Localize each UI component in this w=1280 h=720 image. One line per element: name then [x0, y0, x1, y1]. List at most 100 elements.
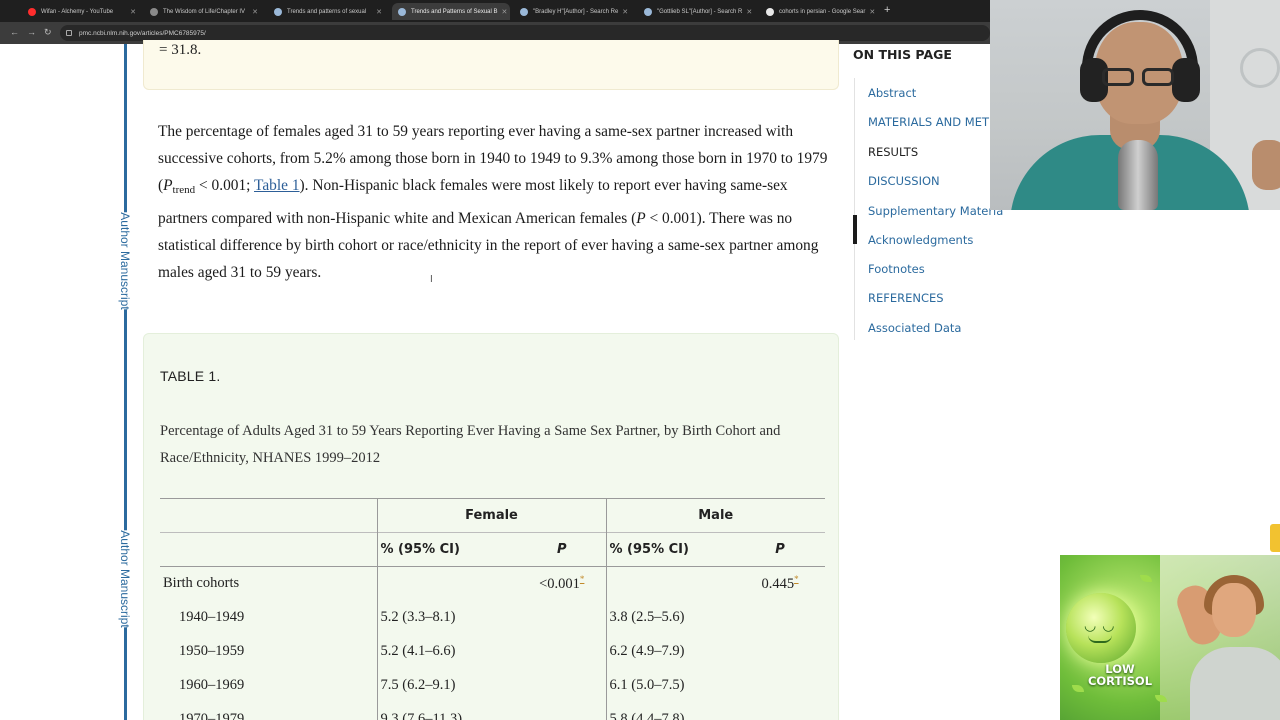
table-row: 1960–1969 7.5 (6.2–9.1) 6.1 (5.0–7.5): [160, 668, 825, 703]
row-label: 1960–1969: [179, 677, 245, 693]
row-label: 1940–1949: [179, 609, 245, 625]
site-icon: [398, 7, 406, 16]
on-this-page-nav: Abstract MATERIALS AND METH RESULTS DISC…: [853, 78, 1003, 340]
table-row: Birth cohorts <0.001* 0.445*: [160, 566, 825, 601]
row-label: 1950–1959: [179, 643, 245, 659]
nav-link-materials-and-methods[interactable]: MATERIALS AND METH: [868, 115, 998, 129]
nav-link-results[interactable]: RESULTS: [868, 145, 918, 159]
table-cell: [735, 601, 825, 635]
nav-link-references[interactable]: REFERENCES: [868, 291, 944, 305]
table-cell: 0.445*: [735, 567, 825, 601]
nav-link-abstract[interactable]: Abstract: [868, 86, 916, 100]
table-cell: 6.1 (5.0–7.5): [605, 668, 735, 703]
nav-link-acknowledgments[interactable]: Acknowledgments: [868, 233, 973, 247]
nav-link-discussion[interactable]: DISCUSSION: [868, 174, 940, 188]
tab-title: "Bradley H"[Author] - Search Re: [533, 8, 619, 15]
tab-title: Wifan - Alchemy - YouTube: [41, 8, 114, 15]
table-header-row: Female Male: [160, 498, 825, 533]
tab-title: "Gottlieb SL"[Author] - Search R: [657, 8, 743, 15]
close-tab-icon[interactable]: ✕: [742, 8, 752, 16]
table-cell: 3.8 (2.5–5.6): [605, 600, 735, 635]
microphone-icon: [1118, 140, 1158, 210]
tab-title: cohorts in persian - Google Sear: [779, 8, 866, 15]
browser-tab-active[interactable]: Trends and Patterns of Sexual B ✕: [392, 3, 510, 20]
table-1-section: TABLE 1. Percentage of Adults Aged 31 to…: [143, 333, 839, 720]
promo-text: LOW CORTISOL: [1080, 663, 1160, 687]
p-symbol: P: [163, 177, 173, 195]
table-cell: [518, 601, 606, 635]
new-tab-icon[interactable]: +: [884, 4, 890, 16]
nav-link-supplementary[interactable]: Supplementary Materia: [868, 204, 1003, 218]
close-tab-icon[interactable]: ✕: [865, 8, 875, 16]
site-icon: [520, 7, 528, 16]
promo-line-2: CORTISOL: [1087, 674, 1153, 688]
table-row: 1940–1949 5.2 (3.3–8.1) 3.8 (2.5–5.6): [160, 600, 825, 635]
youtube-icon: [28, 7, 36, 16]
table-cell: [518, 703, 606, 720]
p-value: <0.001: [539, 576, 580, 593]
footnote-link[interactable]: *: [580, 574, 585, 584]
empty-header-cell: [160, 532, 377, 567]
close-tab-icon[interactable]: ✕: [618, 8, 628, 16]
p-value: 0.445: [761, 576, 795, 593]
browser-tab[interactable]: "Bradley H"[Author] - Search Re ✕: [514, 3, 634, 20]
low-cortisol-promo: ◡◡ LOW CORTISOL: [1060, 555, 1280, 720]
address-bar[interactable]: pmc.ncbi.nlm.nih.gov/articles/PMC6785975…: [60, 25, 990, 41]
p-subscript: trend: [172, 184, 196, 197]
site-icon: [644, 7, 652, 16]
table-cell: [735, 703, 825, 720]
browser-tab[interactable]: Trends and patterns of sexual ✕: [268, 3, 388, 20]
paragraph-text: < 0.001;: [195, 177, 255, 195]
table-cell: [735, 669, 825, 703]
table-row: 1970–1979 9.3 (7.6–11.3) 5.8 (4.4–7.8): [160, 702, 825, 720]
table-cell: 6.2 (4.9–7.9): [605, 634, 735, 669]
nav-link-associated-data[interactable]: Associated Data: [868, 321, 961, 335]
browser-tab[interactable]: Wifan - Alchemy - YouTube ✕: [22, 3, 142, 20]
table-cell: 7.5 (6.2–9.1): [376, 668, 518, 703]
close-tab-icon[interactable]: ✕: [248, 8, 258, 16]
browser-tab[interactable]: The Wisdom of Life/Chapter IV ✕: [144, 3, 264, 20]
browser-tab[interactable]: "Gottlieb SL"[Author] - Search R ✕: [638, 3, 758, 20]
browser-tab[interactable]: cohorts in persian - Google Sear ✕: [760, 3, 880, 20]
site-icon: [274, 7, 282, 16]
row-label: Birth cohorts: [163, 575, 240, 592]
back-icon[interactable]: ←: [10, 27, 19, 37]
results-paragraph: The percentage of females aged 31 to 59 …: [158, 118, 830, 286]
author-manuscript-label: Author Manuscript: [114, 212, 136, 310]
table-cell: 5.8 (4.4–7.8): [605, 702, 735, 720]
leaf-icon: [1140, 575, 1152, 582]
forward-icon[interactable]: →: [27, 27, 36, 37]
male-p-header: P: [735, 532, 825, 567]
webcam-overlay: [990, 0, 1280, 210]
tab-title: Trends and patterns of sexual: [287, 8, 367, 15]
footnote-link[interactable]: *: [794, 574, 799, 584]
nav-link-footnotes[interactable]: Footnotes: [868, 262, 925, 276]
active-section-indicator: [853, 215, 857, 244]
table-cell: [518, 669, 606, 703]
close-tab-icon[interactable]: ✕: [498, 8, 508, 16]
female-header: Female: [376, 498, 606, 533]
glasses-icon: [1102, 68, 1176, 88]
table-row: 1950–1959 5.2 (4.1–6.6) 6.2 (4.9–7.9): [160, 634, 825, 669]
table-caption: Percentage of Adults Aged 31 to 59 Years…: [160, 423, 781, 466]
close-tab-icon[interactable]: ✕: [126, 8, 136, 16]
tab-title: Trends and Patterns of Sexual B: [411, 8, 498, 15]
close-tab-icon[interactable]: ✕: [372, 8, 382, 16]
wall-decoration: [1240, 48, 1280, 88]
promo-person-head: [1212, 583, 1256, 637]
table-label: TABLE 1.: [160, 368, 221, 384]
presenter-hand: [1252, 140, 1280, 190]
site-icon: [150, 7, 158, 16]
female-ci-header: % (95% CI): [376, 532, 518, 567]
empty-header-cell: [160, 498, 377, 533]
author-manuscript-label: Author Manuscript: [114, 530, 136, 628]
row-label: 1970–1979: [179, 711, 245, 720]
table-1-link[interactable]: Table 1: [254, 177, 300, 194]
headphone-cup: [1172, 58, 1200, 102]
previous-note-box: = 31.8.: [143, 40, 839, 90]
table-cell: [376, 566, 518, 601]
site-info-icon[interactable]: [66, 30, 72, 36]
side-feedback-tab[interactable]: [1270, 524, 1280, 552]
reload-icon[interactable]: ↻: [44, 27, 52, 38]
note-tail-text: = 31.8.: [159, 42, 202, 58]
